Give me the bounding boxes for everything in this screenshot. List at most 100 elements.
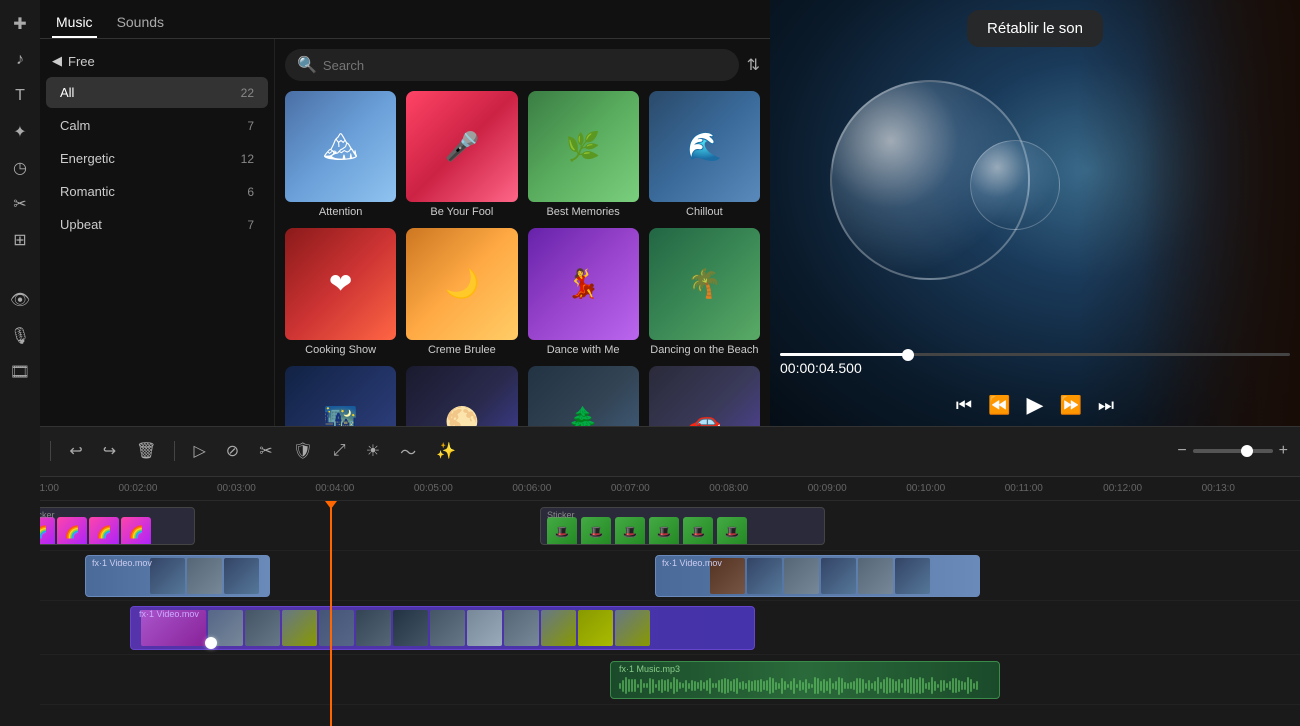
sidebar-icon-text[interactable]: T: [4, 80, 36, 112]
search-input-wrap[interactable]: 🔍: [285, 49, 739, 81]
undo-button[interactable]: ↩: [63, 437, 88, 465]
main-video-strip: [131, 607, 652, 649]
sticker-clip-2[interactable]: Sticker 🎩 🎩 🎩 🎩 🎩 🎩: [540, 507, 825, 545]
sidebar-icon-clock[interactable]: ◷: [4, 152, 36, 184]
music-card-attention[interactable]: 🏔 Attention: [285, 91, 396, 218]
sidebar-icon-music[interactable]: ♪: [4, 44, 36, 76]
category-item-romantic[interactable]: Romantic6: [46, 176, 268, 207]
waveform-bar: [925, 683, 927, 689]
waveform-bar: [901, 683, 903, 688]
category-count: 6: [247, 185, 254, 199]
main-video-track[interactable]: fx·1 Video.mov: [130, 606, 755, 650]
thumb-icon: 🌃: [285, 366, 396, 427]
timeline-toolbar: ⚙ ↩ ↪ 🗑 ▷ ⊘ ✂ 🛡 ⤢ ☀ 〜 ✨ − +: [0, 427, 1300, 477]
waveform-bar: [619, 683, 621, 689]
waveform-bar: [703, 682, 705, 689]
skip-start-button[interactable]: ⏮: [956, 395, 972, 416]
music-card-bestmemories[interactable]: 🌿 Best Memories: [528, 91, 639, 218]
sidebar-icon-grid[interactable]: ⊞: [4, 224, 36, 256]
skip-end-button[interactable]: ⏭: [1098, 395, 1114, 416]
music-card-card11[interactable]: 🌲: [528, 366, 639, 427]
sidebar-icon-eye[interactable]: 👁: [4, 284, 36, 316]
waveform-bar: [769, 677, 771, 694]
disable-tool[interactable]: ⊘: [220, 437, 245, 465]
music-track[interactable]: fx·1 Music.mp3: [610, 661, 1000, 699]
vid-thumb: [467, 610, 502, 646]
waveform-bar: [973, 683, 975, 689]
effects-tool[interactable]: ✨: [430, 437, 462, 465]
waveform-bar: [751, 681, 753, 691]
waveform-bar: [781, 678, 783, 694]
waveform-bar: [655, 684, 657, 688]
video-clip-1[interactable]: fx·1 Video.mov: [85, 555, 270, 597]
tab-sounds[interactable]: Sounds: [113, 8, 168, 38]
step-forward-button[interactable]: ⏩: [1059, 395, 1081, 416]
music-card-dancingbeach[interactable]: 🌴 Dancing on the Beach: [649, 228, 760, 355]
transform-tool[interactable]: ⤢: [327, 438, 352, 464]
category-name: Energetic: [60, 151, 115, 166]
vid-thumb: [784, 558, 819, 594]
waveform-bar: [817, 678, 819, 694]
music-card-dancewithme[interactable]: 💃 Dance with Me: [528, 228, 639, 355]
sticker-clip-1[interactable]: Sticker 🌈 🌈 🌈 🌈: [20, 507, 195, 545]
panel-tabs: Music Sounds: [40, 0, 770, 39]
music-card-card10[interactable]: 🌕: [406, 366, 517, 427]
brightness-tool[interactable]: ☀: [360, 437, 386, 465]
back-button[interactable]: ◀ Free: [40, 47, 274, 75]
search-input[interactable]: [323, 58, 727, 73]
back-label: Free: [68, 54, 95, 69]
waveform-bar: [916, 679, 918, 693]
category-item-energetic[interactable]: Energetic12: [46, 143, 268, 174]
video-clip-2[interactable]: fx·1 Video.mov: [655, 555, 980, 597]
music-card-card9[interactable]: 🌃: [285, 366, 396, 427]
tab-music[interactable]: Music: [52, 8, 97, 38]
sidebar-icon-add[interactable]: ✚: [4, 8, 36, 40]
vid-thumb: [356, 610, 391, 646]
music-card-cookingshow[interactable]: ❤ Cooking Show: [285, 228, 396, 355]
progress-track[interactable]: [780, 353, 1290, 356]
sidebar-icon-mic[interactable]: 🎙: [4, 320, 36, 352]
zoom-slider[interactable]: [1193, 449, 1273, 453]
waveform-bar: [688, 683, 690, 689]
audio-tool[interactable]: 〜: [394, 435, 422, 467]
sidebar-icon-cut[interactable]: ✂: [4, 188, 36, 220]
music-card-chillout[interactable]: 🌊 Chillout: [649, 91, 760, 218]
waveform-bar: [742, 681, 744, 690]
zoom-out-button[interactable]: −: [1177, 442, 1186, 460]
waveform-bar: [910, 677, 912, 694]
cut-tool[interactable]: ✂: [253, 437, 278, 465]
redo-button[interactable]: ↪: [97, 437, 122, 465]
ruler-mark: 00:11:00: [1005, 483, 1103, 494]
waveform-bar: [904, 679, 906, 693]
filter-button[interactable]: ⇅: [747, 55, 760, 75]
music-card-beyourfool[interactable]: 🎤 Be Your Fool: [406, 91, 517, 218]
step-back-button[interactable]: ⏪: [988, 395, 1010, 416]
music-card-cremebrulee[interactable]: 🌙 Creme Brulee: [406, 228, 517, 355]
waveform-bar: [778, 683, 780, 689]
category-item-all[interactable]: All22: [46, 77, 268, 108]
sidebar-icon-effects[interactable]: ✦: [4, 116, 36, 148]
music-card-thumb: 🌃: [285, 366, 396, 427]
waveform-bar: [697, 682, 699, 689]
waveform-bar: [679, 682, 681, 689]
main-clip-label: fx·1 Video.mov: [139, 609, 199, 619]
waveform-bar: [631, 679, 633, 692]
select-tool[interactable]: ▷: [187, 437, 211, 465]
progress-thumb[interactable]: [902, 349, 914, 361]
waveform-bar: [844, 682, 846, 689]
thumb-icon: ❤: [285, 228, 396, 339]
music-card-thumb: 🏔: [285, 91, 396, 202]
playback-controls: ⏮ ⏪ ▶ ⏩ ⏭: [770, 392, 1300, 418]
waveform-bar: [637, 684, 639, 688]
zoom-in-button[interactable]: +: [1279, 442, 1288, 460]
category-item-upbeat[interactable]: Upbeat7: [46, 209, 268, 240]
shield-tool[interactable]: 🛡: [287, 437, 319, 465]
waveform-bar: [964, 682, 966, 690]
music-card-card12[interactable]: 🚗: [649, 366, 760, 427]
sidebar-icon-film[interactable]: 🎞: [4, 356, 36, 388]
play-button[interactable]: ▶: [1027, 392, 1044, 418]
delete-button[interactable]: 🗑: [130, 437, 162, 465]
vid-thumb: [541, 610, 576, 646]
waveform-bar: [826, 681, 828, 691]
category-item-calm[interactable]: Calm7: [46, 110, 268, 141]
